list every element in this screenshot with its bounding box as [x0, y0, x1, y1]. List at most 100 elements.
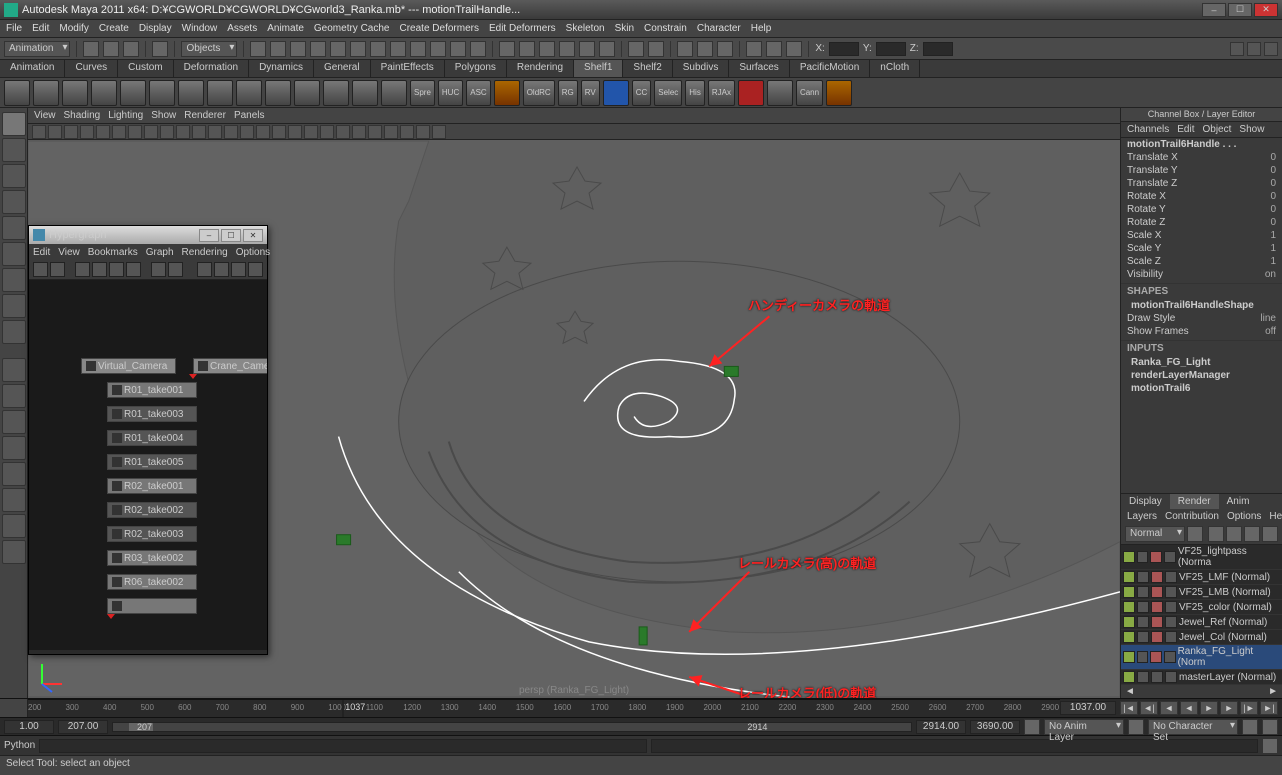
- hg-tool[interactable]: [75, 262, 90, 277]
- layer-scrollbar[interactable]: ◄ ►: [1121, 685, 1282, 698]
- layer-toggle[interactable]: [1137, 601, 1149, 613]
- command-input[interactable]: [39, 739, 646, 753]
- vp-icon[interactable]: [320, 125, 334, 139]
- channel-draw-style[interactable]: Draw Styleline: [1121, 312, 1282, 325]
- layer-renderable-toggle[interactable]: [1151, 671, 1163, 683]
- misc-btn[interactable]: [766, 41, 782, 57]
- scroll-right-icon[interactable]: ►: [1268, 686, 1278, 697]
- vp-icon[interactable]: [256, 125, 270, 139]
- hg-node[interactable]: R02_take002: [107, 502, 197, 518]
- vpmenu-show[interactable]: Show: [151, 110, 176, 121]
- layer-btn[interactable]: [1187, 526, 1203, 542]
- layer-btn[interactable]: [1244, 526, 1260, 542]
- hg-tool[interactable]: [197, 262, 212, 277]
- menu-skeleton[interactable]: Skeleton: [566, 23, 605, 34]
- layer-renderable-toggle[interactable]: [1151, 571, 1163, 583]
- misc-btn[interactable]: [746, 41, 762, 57]
- menu-create[interactable]: Create: [99, 23, 129, 34]
- ipr-btn[interactable]: [697, 41, 713, 57]
- menu-editdeformers[interactable]: Edit Deformers: [489, 23, 556, 34]
- hg-menu-edit[interactable]: Edit: [33, 247, 50, 258]
- channel-rotate-x[interactable]: Rotate X0: [1121, 190, 1282, 203]
- shelf-button-his[interactable]: His: [685, 80, 705, 106]
- hg-menu-graph[interactable]: Graph: [146, 247, 174, 258]
- hg-tool[interactable]: [151, 262, 166, 277]
- layout-two[interactable]: [2, 410, 26, 434]
- hg-node[interactable]: R01_take001: [107, 382, 197, 398]
- goto-end-button[interactable]: ►|: [1260, 701, 1278, 715]
- close-button[interactable]: ✕: [1254, 3, 1278, 17]
- hypergraph-titlebar[interactable]: Hypergraph ‒ ☐ ✕: [29, 226, 267, 244]
- hg-tool[interactable]: [168, 262, 183, 277]
- shelf-button[interactable]: [767, 80, 793, 106]
- selmask-btn[interactable]: [410, 41, 426, 57]
- maximize-button[interactable]: ☐: [1228, 3, 1252, 17]
- selmask-btn[interactable]: [370, 41, 386, 57]
- shelf-tab-painteffects[interactable]: PaintEffects: [371, 60, 445, 77]
- shelf-tab-rendering[interactable]: Rendering: [507, 60, 574, 77]
- scale-tool[interactable]: [2, 242, 26, 266]
- range-vstart-field[interactable]: 207.00: [58, 720, 108, 734]
- hg-menu-options[interactable]: Options: [236, 247, 270, 258]
- render-layer[interactable]: VF25_LMF (Normal): [1121, 570, 1282, 585]
- prefs-button[interactable]: [1262, 719, 1278, 735]
- menu-assets[interactable]: Assets: [227, 23, 257, 34]
- shelf-button[interactable]: [91, 80, 117, 106]
- time-slider[interactable]: 2003004005006007008009001000110012001300…: [28, 699, 1060, 717]
- input-node[interactable]: renderLayerManager: [1121, 369, 1282, 382]
- hg-tool[interactable]: [109, 262, 124, 277]
- menu-modify[interactable]: Modify: [59, 23, 88, 34]
- layer-visible-toggle[interactable]: [1123, 671, 1135, 683]
- hypergraph-max-button[interactable]: ☐: [221, 229, 241, 242]
- autokey-button[interactable]: [1242, 719, 1258, 735]
- snap-btn[interactable]: [599, 41, 615, 57]
- shelf-button-huc[interactable]: HUC: [438, 80, 463, 106]
- layer-toggle[interactable]: [1164, 551, 1176, 563]
- key-fwd-button[interactable]: ►: [1220, 701, 1238, 715]
- channel-rotate-z[interactable]: Rotate Z0: [1121, 216, 1282, 229]
- vpmenu-shading[interactable]: Shading: [64, 110, 101, 121]
- shelf-button-hi[interactable]: [494, 80, 520, 106]
- shelf-button-rjax[interactable]: RJAx: [708, 80, 735, 106]
- vp-icon[interactable]: [176, 125, 190, 139]
- toggle-channelbox[interactable]: [1264, 42, 1278, 56]
- cb-tab-edit[interactable]: Edit: [1177, 124, 1194, 135]
- shelf-button[interactable]: [62, 80, 88, 106]
- hg-node[interactable]: R01_take003: [107, 406, 197, 422]
- goto-start-button[interactable]: |◄: [1120, 701, 1138, 715]
- shelf-button-selec[interactable]: Selec: [654, 80, 682, 106]
- layer-renderable-toggle[interactable]: [1151, 616, 1163, 628]
- menuset-dropdown[interactable]: Animation: [4, 41, 70, 57]
- shelf-button[interactable]: [323, 80, 349, 106]
- cb-tab-object[interactable]: Object: [1203, 124, 1232, 135]
- layer-btn[interactable]: [1208, 526, 1224, 542]
- misc-btn[interactable]: [786, 41, 802, 57]
- channel-scale-y[interactable]: Scale Y1: [1121, 242, 1282, 255]
- charset-dropdown[interactable]: No Character Set: [1148, 719, 1238, 735]
- animlayer-dropdown[interactable]: No Anim Layer: [1044, 719, 1124, 735]
- vp-icon[interactable]: [80, 125, 94, 139]
- shelf-tab-polygons[interactable]: Polygons: [445, 60, 507, 77]
- script-editor-button[interactable]: [1262, 738, 1278, 754]
- minimize-button[interactable]: ‒: [1202, 3, 1226, 17]
- layer-visible-toggle[interactable]: [1123, 601, 1135, 613]
- hg-tool[interactable]: [50, 262, 65, 277]
- shelf-button[interactable]: [236, 80, 262, 106]
- vp-icon[interactable]: [288, 125, 302, 139]
- cb-tab-show[interactable]: Show: [1239, 124, 1264, 135]
- vp-icon[interactable]: [48, 125, 62, 139]
- selmask-btn[interactable]: [270, 41, 286, 57]
- layer-visible-toggle[interactable]: [1123, 631, 1135, 643]
- undo-button[interactable]: [152, 41, 168, 57]
- coord-x-field[interactable]: [829, 42, 859, 56]
- shelf-button[interactable]: [381, 80, 407, 106]
- hg-node[interactable]: R02_take003: [107, 526, 197, 542]
- shelf-tab-custom[interactable]: Custom: [118, 60, 173, 77]
- step-fwd-button[interactable]: |►: [1240, 701, 1258, 715]
- hg-node[interactable]: Virtual_Camera: [81, 358, 176, 374]
- menu-display[interactable]: Display: [139, 23, 172, 34]
- shelf-tab-deformation[interactable]: Deformation: [174, 60, 249, 77]
- range-bar[interactable]: 207 2914: [112, 722, 912, 732]
- layer-renderable-toggle[interactable]: [1150, 551, 1162, 563]
- last-tool[interactable]: [2, 320, 26, 344]
